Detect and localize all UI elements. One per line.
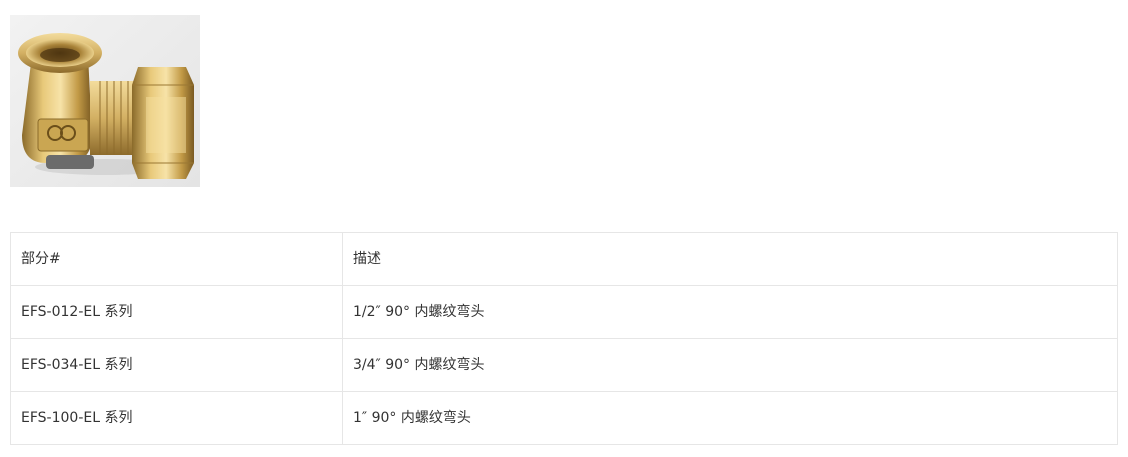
part-number-cell: EFS-100-EL 系列 [10,391,343,445]
part-number-cell: EFS-034-EL 系列 [10,338,343,392]
part-number-cell: EFS-012-EL 系列 [10,285,343,339]
product-image [10,15,200,187]
table-row: EFS-100-EL 系列 1″ 90° 内螺纹弯头 [10,391,1118,445]
table-row: EFS-034-EL 系列 3/4″ 90° 内螺纹弯头 [10,338,1118,392]
page: 部分# 描述 EFS-012-EL 系列 1/2″ 90° 内螺纹弯头 EFS-… [0,0,1128,457]
description-cell: 3/4″ 90° 内螺纹弯头 [342,338,1118,392]
header-part: 部分# [10,232,343,286]
product-spec-table: 部分# 描述 EFS-012-EL 系列 1/2″ 90° 内螺纹弯头 EFS-… [10,232,1118,445]
header-description: 描述 [342,232,1118,286]
description-cell: 1/2″ 90° 内螺纹弯头 [342,285,1118,339]
table-header-row: 部分# 描述 [10,232,1118,286]
description-cell: 1″ 90° 内螺纹弯头 [342,391,1118,445]
table-row: EFS-012-EL 系列 1/2″ 90° 内螺纹弯头 [10,285,1118,339]
